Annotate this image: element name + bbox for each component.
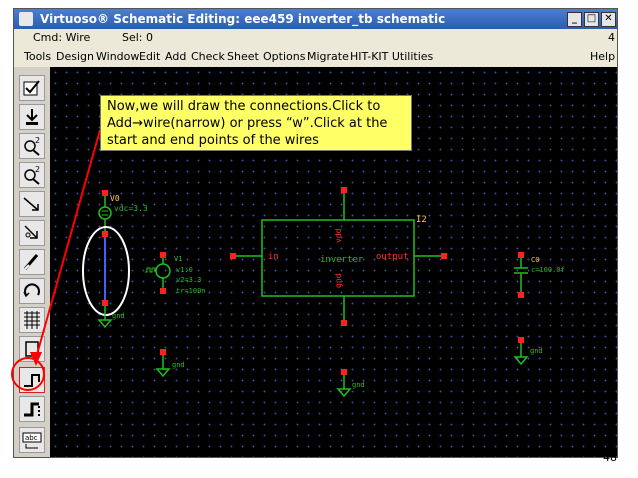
- vpulse-bottom-pin[interactable]: [160, 288, 166, 294]
- annotation-circle: [11, 357, 45, 391]
- vdc-source[interactable]: V0 vdc=3.3: [98, 190, 148, 232]
- pin-in[interactable]: [230, 253, 236, 259]
- wire-end-pin[interactable]: [102, 300, 108, 306]
- page-number: 48: [603, 451, 617, 464]
- vpulse-param-v1: v1:0: [176, 266, 193, 274]
- inverter-symbol[interactable]: in output inverter I2 vdd gnd: [230, 187, 447, 326]
- gnd-symbol-4[interactable]: gnd: [513, 337, 543, 366]
- pin-vdd[interactable]: [341, 187, 347, 193]
- wire-start-pin[interactable]: [102, 231, 108, 237]
- vpulse-param-v2: v2=3.3: [176, 276, 201, 284]
- inverter-label: inverter: [320, 255, 364, 265]
- instance-name: I2: [416, 215, 427, 225]
- pin-vdd-label: vdd: [334, 228, 343, 243]
- vdc-param: vdc=3.3: [114, 204, 148, 213]
- vpulse-source[interactable]: V1 v1:0 v2=3.3 tr=100n: [145, 252, 206, 295]
- gnd-symbol-3[interactable]: gnd: [336, 369, 365, 398]
- instruction-callout: Now,we will draw the connections.Click t…: [100, 95, 412, 151]
- cap-top-pin[interactable]: [518, 252, 524, 258]
- vpulse-param-tr: tr=100n: [176, 287, 206, 295]
- annotation-arrow: [35, 129, 101, 359]
- vpulse-name: V1: [174, 255, 182, 263]
- gnd-label-2: gnd: [172, 361, 185, 369]
- capacitor[interactable]: C0 c=100.0f: [514, 252, 565, 298]
- pin-output[interactable]: [441, 253, 447, 259]
- vpulse-top-pin[interactable]: [160, 252, 166, 258]
- vdc-top-pin[interactable]: [102, 190, 108, 196]
- cap-name: C0: [531, 256, 539, 264]
- cap-param: c=100.0f: [531, 266, 565, 274]
- pin-output-label: output: [376, 252, 409, 262]
- schematic-drawing: V0 vdc=3.3 gnd V1 v1:0 v2=3.3 tr=100n gn…: [11, 129, 565, 398]
- cap-bottom-pin[interactable]: [518, 292, 524, 298]
- gnd-label-4: gnd: [530, 347, 543, 355]
- gnd-symbol-2[interactable]: gnd: [155, 349, 185, 378]
- pin-gnd[interactable]: [341, 320, 347, 326]
- gnd-label-3: gnd: [352, 381, 365, 389]
- gnd-symbol-1[interactable]: gnd: [97, 306, 125, 329]
- vdc-name: V0: [110, 194, 120, 203]
- pin-in-label: in: [268, 252, 279, 262]
- gnd-label-1: gnd: [112, 312, 125, 320]
- pin-gnd-label: gnd: [334, 273, 343, 288]
